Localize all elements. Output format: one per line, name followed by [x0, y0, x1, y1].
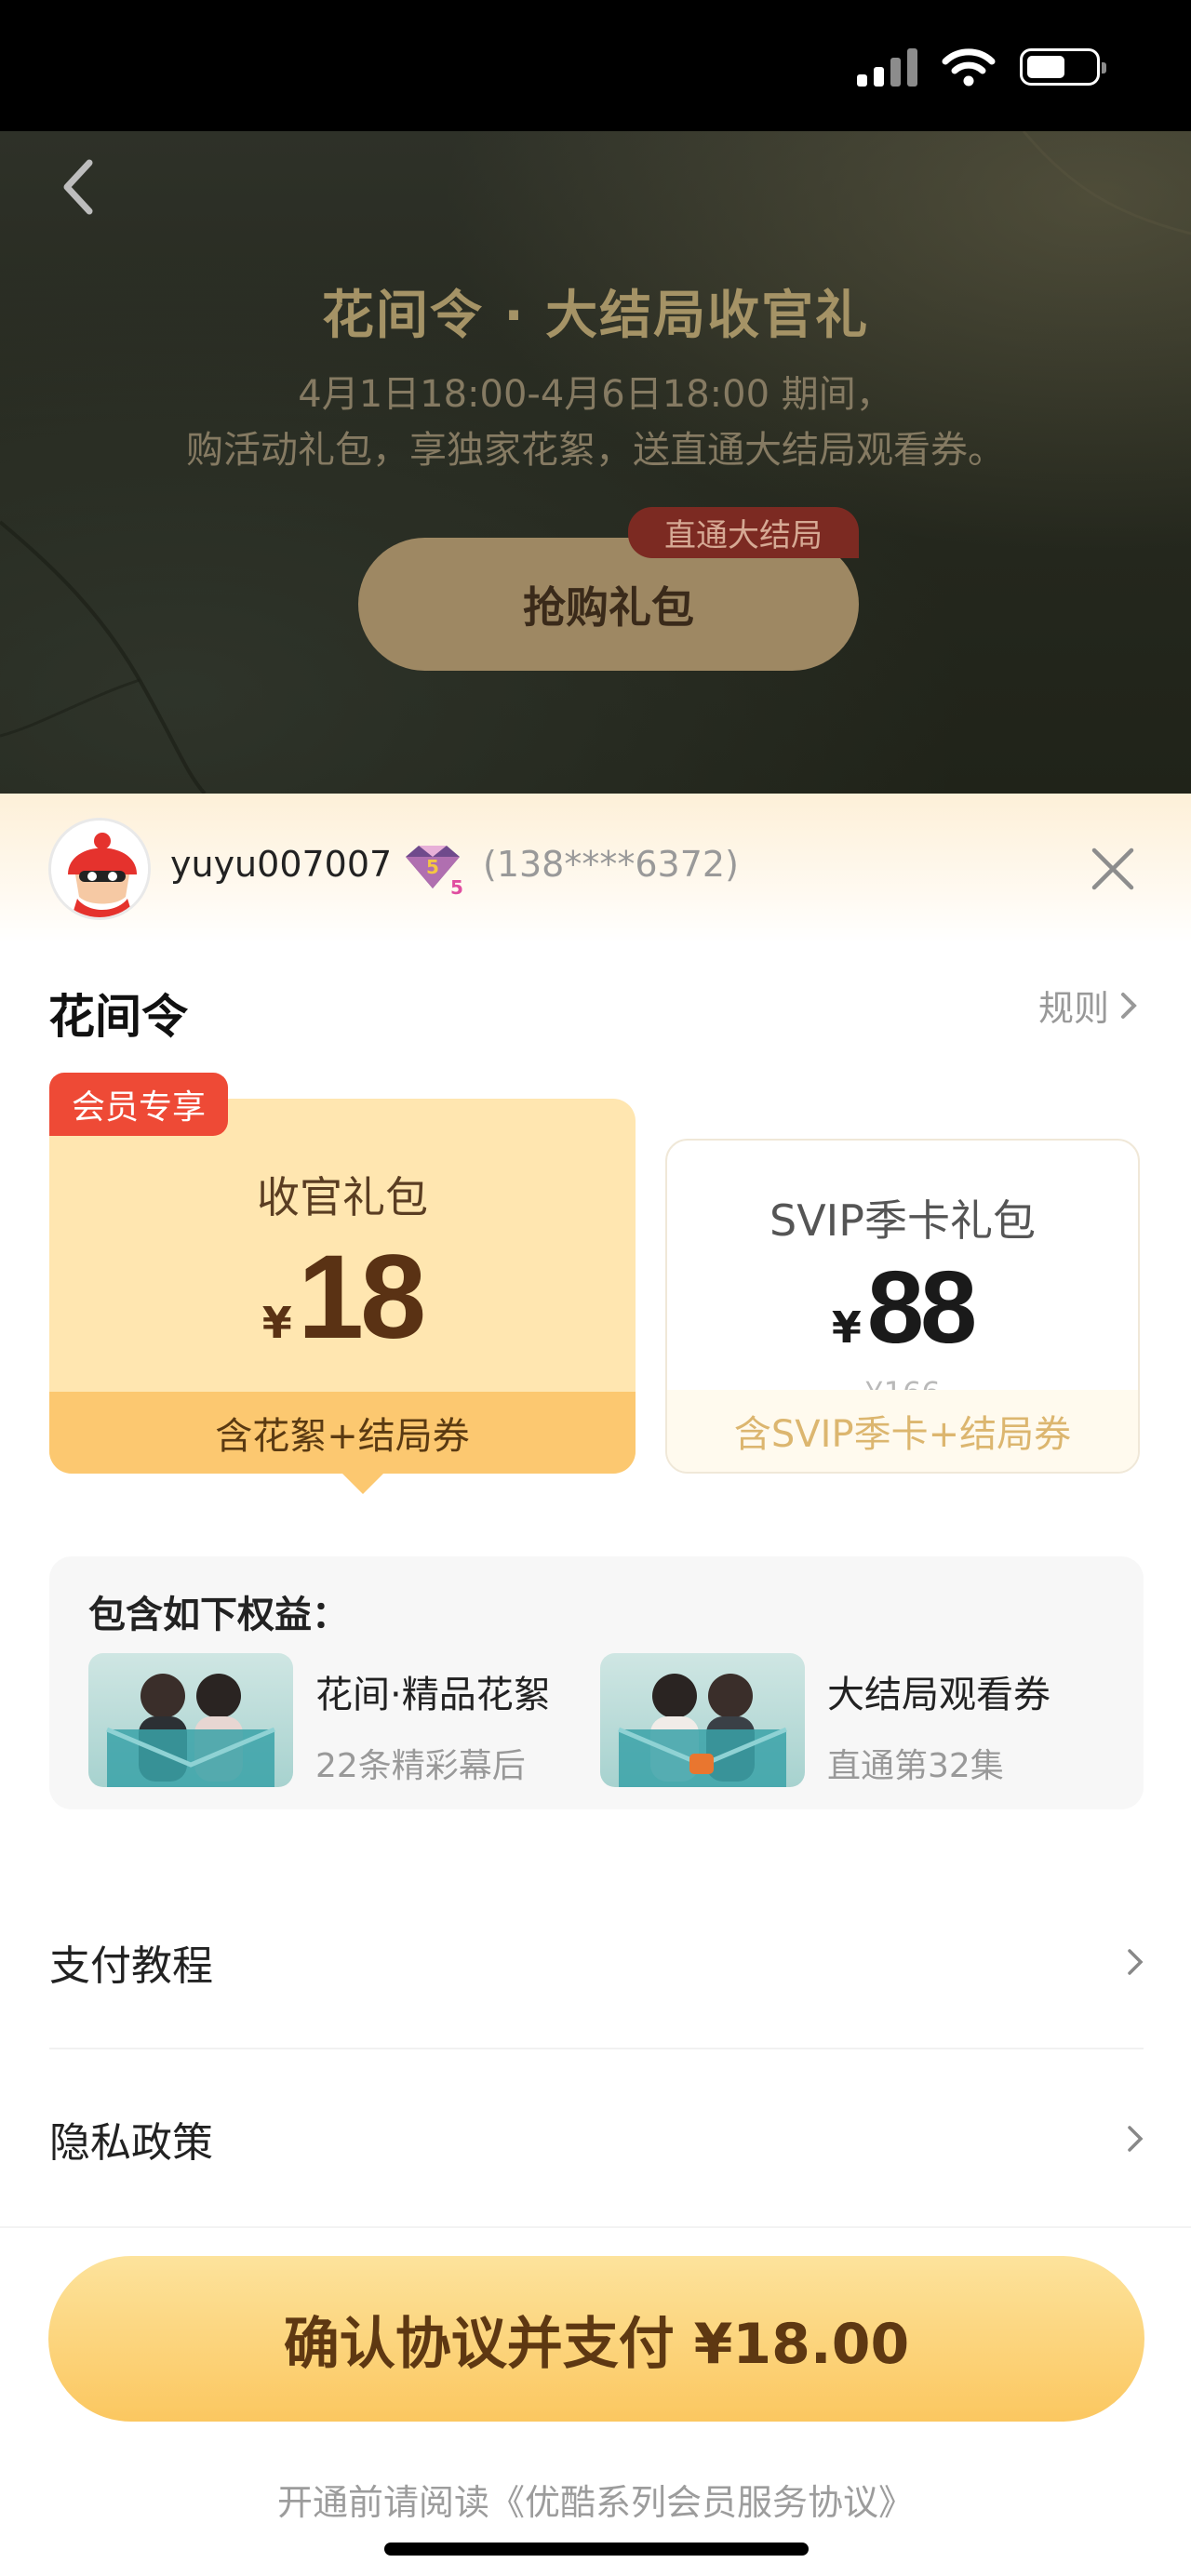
- rules-link[interactable]: 规则: [1038, 980, 1137, 1031]
- back-icon[interactable]: [58, 157, 104, 217]
- benefits-panel: 包含如下权益： 花间·精品花絮 22条精彩幕后 大结局观看券 直通第32集: [49, 1556, 1144, 1809]
- home-indicator: [384, 2543, 809, 2556]
- avatar-icon: [51, 821, 148, 917]
- wifi-icon: [942, 48, 996, 87]
- currency-symbol: ¥: [831, 1302, 862, 1353]
- rules-label: 规则: [1037, 988, 1109, 1029]
- chevron-right-icon: [1128, 1949, 1144, 1975]
- package-price: ¥88: [667, 1248, 1138, 1367]
- benefit-item: 花间·精品花絮 22条精彩幕后: [88, 1653, 551, 1787]
- phone-number: (138****6372): [483, 844, 739, 885]
- confirm-pay-button[interactable]: 确认协议并支付 ¥18.00: [48, 2256, 1144, 2422]
- status-bar: [0, 0, 1191, 131]
- benefit-name: 大结局观看券: [827, 1674, 1050, 1716]
- poster-image: [106, 1674, 275, 1787]
- finale-ticket-thumbnail: [600, 1653, 805, 1787]
- hero-desc-line-1: 4月1日18:00-4月6日18:00 期间，: [298, 373, 893, 416]
- behind-scenes-thumbnail: [88, 1653, 293, 1787]
- package-card-svip[interactable]: SVIP季卡礼包 ¥88 ¥166 含SVIP季卡+结局券: [665, 1139, 1140, 1474]
- benefit-item: 大结局观看券 直通第32集: [600, 1653, 1050, 1787]
- package-price: ¥18: [49, 1229, 636, 1366]
- payment-tutorial-row[interactable]: 支付教程: [49, 1906, 1144, 2018]
- package-footer: 含SVIP季卡+结局券: [667, 1390, 1138, 1472]
- divider: [0, 2226, 1191, 2228]
- row-label: 支付教程: [49, 1942, 213, 1990]
- close-icon[interactable]: [1089, 845, 1137, 893]
- currency-symbol: ¥: [261, 1298, 292, 1348]
- package-name: 收官礼包: [257, 1172, 428, 1222]
- vip-level-icon: 5 5: [406, 846, 463, 896]
- member-exclusive-tag: 会员专享: [49, 1073, 228, 1136]
- selection-pointer: [341, 1472, 385, 1494]
- avatar: [48, 818, 151, 920]
- section-title: 花间令: [48, 990, 188, 1044]
- benefits-title: 包含如下权益：: [88, 1594, 349, 1636]
- poster-image: [618, 1674, 787, 1787]
- benefit-subtitle: 22条精彩幕后: [315, 1747, 526, 1785]
- divider: [49, 2048, 1144, 2049]
- row-label: 隐私政策: [49, 2119, 213, 2167]
- package-footer: 含花絮+结局券: [49, 1392, 636, 1474]
- privacy-policy-row[interactable]: 隐私政策: [49, 2083, 1144, 2195]
- status-icons: [857, 47, 1106, 87]
- package-name: SVIP季卡礼包: [769, 1195, 1036, 1246]
- vip-level-number-small: 5: [450, 876, 463, 896]
- purchase-sheet: yuyu007007 5 5 (138****6372) 花间令 规则 收官礼包…: [0, 794, 1191, 2576]
- hero-description: 4月1日18:00-4月6日18:00 期间， 购活动礼包，享独家花絮，送直通大…: [0, 367, 1191, 478]
- hero-title: 花间令 · 大结局收官礼: [321, 286, 870, 346]
- benefit-name: 花间·精品花絮: [315, 1674, 551, 1716]
- benefit-text: 大结局观看券 直通第32集: [827, 1653, 1050, 1787]
- service-agreement-link[interactable]: 开通前请阅读《优酷系列会员服务协议》: [0, 2474, 1191, 2525]
- price-value: 18: [297, 1231, 426, 1364]
- signal-icon: [857, 47, 917, 87]
- finale-tag: 直通大结局: [628, 507, 859, 558]
- benefit-text: 花间·精品花絮 22条精彩幕后: [315, 1653, 551, 1787]
- benefit-subtitle: 直通第32集: [827, 1747, 1004, 1785]
- price-value: 88: [866, 1250, 977, 1365]
- chevron-right-icon: [1121, 992, 1137, 1019]
- hero-desc-line-2: 购活动礼包，享独家花絮，送直通大结局观看券。: [186, 429, 1005, 472]
- username: yuyu007007: [170, 844, 393, 885]
- user-header: yuyu007007 5 5 (138****6372): [0, 794, 1191, 942]
- chevron-right-icon: [1128, 2126, 1144, 2152]
- hero-banner: 花间令 · 大结局收官礼 4月1日18:00-4月6日18:00 期间， 购活动…: [0, 131, 1191, 794]
- vip-level-number: 5: [426, 856, 439, 878]
- battery-icon: [1020, 48, 1106, 86]
- package-card-selected[interactable]: 收官礼包 ¥18 含花絮+结局券: [49, 1099, 636, 1494]
